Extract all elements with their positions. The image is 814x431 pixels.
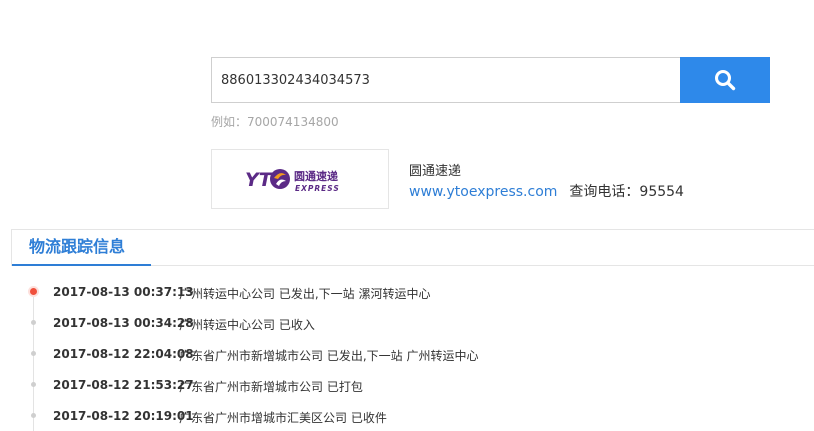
tracking-number-input[interactable] — [211, 57, 680, 103]
tracking-tab-bar: 物流跟踪信息 — [11, 230, 814, 266]
phone-number: 95554 — [639, 184, 684, 200]
event-description: 广东省广州市增城市汇美区公司 已收件 — [179, 411, 387, 425]
phone-label: 查询电话： — [569, 184, 640, 200]
search-icon — [715, 70, 736, 91]
tab-tracking-info[interactable]: 物流跟踪信息 — [12, 230, 151, 266]
tracking-event: 2017-08-13 00:37:13 广州转运中心公司 已发出,下一站 漯河转运… — [0, 277, 814, 308]
search-bar — [211, 57, 770, 103]
event-description: 广东省广州市新增城市公司 已打包 — [179, 380, 363, 394]
timeline-dot-icon — [31, 413, 36, 418]
yto-logo-icon: YT 圆通速递 EXPRESS — [245, 169, 340, 193]
tracking-event: 2017-08-12 21:53:27 广东省广州市新增城市公司 已打包 — [0, 370, 814, 401]
carrier-website-link[interactable]: www.ytoexpress.com — [409, 184, 557, 200]
event-time: 2017-08-12 20:19:01 — [53, 409, 194, 423]
timeline-dot-icon — [31, 382, 36, 387]
event-time: 2017-08-13 00:37:13 — [53, 285, 194, 299]
tracking-event: 2017-08-12 22:04:08 广东省广州市新增城市公司 已发出,下一站 … — [0, 339, 814, 370]
svg-text:YT: YT — [245, 169, 274, 191]
event-time: 2017-08-12 21:53:27 — [53, 378, 194, 392]
event-description: 广州转运中心公司 已收入 — [179, 318, 315, 332]
tracking-event: 2017-08-13 00:34:28 广州转运中心公司 已收入 — [0, 308, 814, 339]
carrier-contact: www.ytoexpress.com 查询电话：95554 — [409, 181, 684, 201]
timeline-dot-icon — [31, 320, 36, 325]
event-description: 广州转运中心公司 已发出,下一站 漯河转运中心 — [179, 287, 431, 301]
event-time: 2017-08-12 22:04:08 — [53, 347, 194, 361]
carrier-logo: YT 圆通速递 EXPRESS — [211, 149, 389, 209]
event-time: 2017-08-13 00:34:28 — [53, 316, 194, 330]
current-status-dot-icon — [30, 288, 37, 295]
carrier-name: 圆通速递 — [409, 164, 462, 179]
tracking-event: 2017-08-12 20:19:01 广东省广州市增城市汇美区公司 已收件 — [0, 401, 814, 431]
example-hint: 例如：700074134800 — [211, 115, 339, 129]
logo-en-text: EXPRESS — [295, 184, 340, 193]
event-description: 广东省广州市新增城市公司 已发出,下一站 广州转运中心 — [179, 349, 479, 363]
logo-cn-text: 圆通速递 — [294, 169, 338, 183]
search-button[interactable] — [680, 57, 770, 103]
express-tracking-page: 例如：700074134800 YT 圆通速递 EXPRESS 圆通速递 www… — [0, 0, 814, 431]
timeline-dot-icon — [31, 351, 36, 356]
